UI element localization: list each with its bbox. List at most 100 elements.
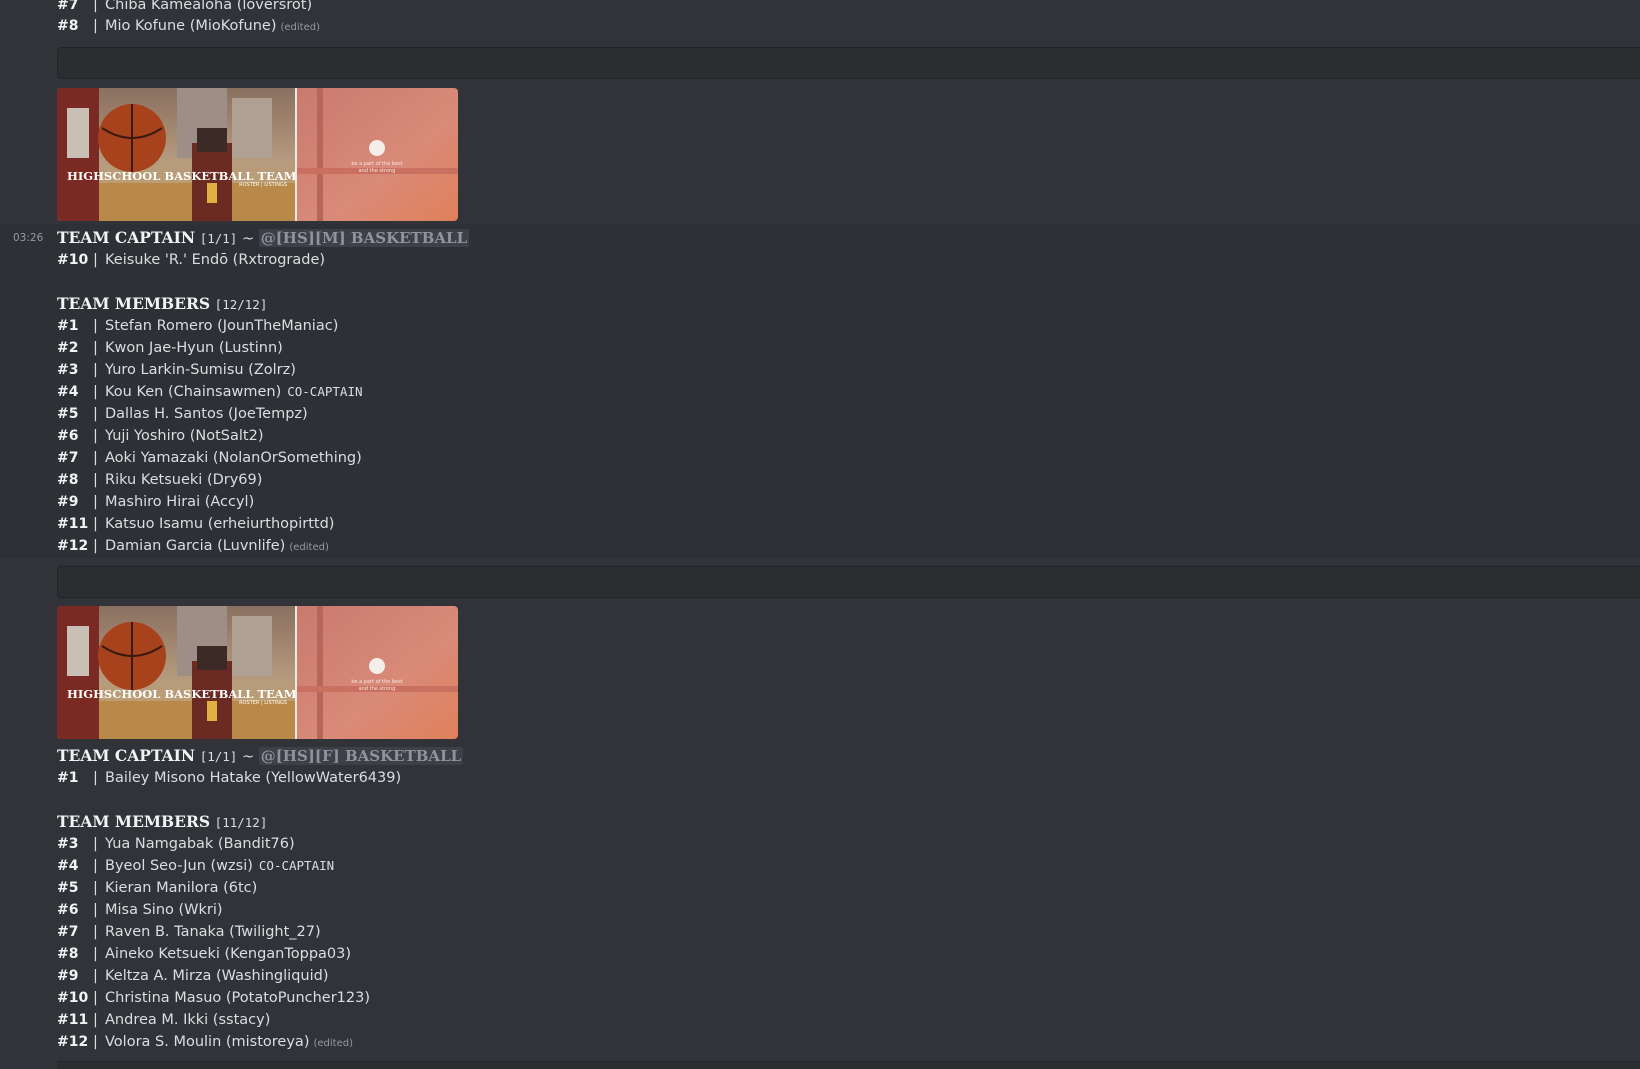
member-number: #9 [57,494,79,510]
member-number: #8 [57,18,79,34]
section-heading: TEAM CAPTAIN [57,746,196,765]
members-heading-line: TEAM MEMBERS [12/12] [57,293,267,315]
captain-heading-line: TEAM CAPTAIN [1/1] ~ @[HS][M] BASKETBALL [57,227,470,249]
member-name: Keltza A. Mirza (Washingliquid) [105,968,329,984]
list-item: #12 | Volora S. Moulin (mistoreya) (edited) [57,1031,353,1053]
list-item: #1 | Bailey Misono Hatake (YellowWater6439… [57,767,401,789]
members-count: [11/12] [214,815,268,830]
banner-graphic: be a part of the best and the strong HIG… [57,606,458,739]
member-number: #10 [57,252,89,268]
tilde: ~ [241,749,255,765]
member-name: Katsuo Isamu (erheiurthopirttd) [105,516,335,532]
member-name: Riku Ketsueki (Dry69) [105,472,263,488]
member-name: Kwon Jae-Hyun (Lustinn) [105,340,283,356]
member-number: #7 [57,924,79,940]
member-name: Chiba Kamealoha (loversrot) [105,0,313,13]
member-number: #11 [57,516,89,532]
tilde: ~ [241,231,255,247]
list-item: #1 | Stefan Romero (JounTheManiac) [57,315,338,337]
member-name: Stefan Romero (JounTheManiac) [105,318,339,334]
member-name: Mio Kofune (MioKofune) [105,18,277,34]
banner-title: HIGHSCHOOL BASKETBALL TEAM [67,169,297,183]
edited-label: (edited) [289,542,329,553]
member-number: #2 [57,340,79,356]
member-name: Aoki Yamazaki (NolanOrSomething) [105,450,362,466]
role-mention[interactable]: @[HS][M] BASKETBALL [258,229,470,247]
banner-subtitle: ROSTER | LISTINGS [239,700,287,706]
member-number: #6 [57,902,79,918]
member-number: #3 [57,836,79,852]
list-item: #4 | Byeol Seo-Jun (wzsi) CO-CAPTAIN [57,855,334,877]
member-name: Bailey Misono Hatake (YellowWater6439) [105,770,402,786]
banner-tagline: be a part of the best [351,161,402,167]
roster-banner-image[interactable]: be a part of the best and the strong HIG… [57,606,458,739]
captain-count: [1/1] [199,231,238,246]
roster-banner-image[interactable]: be a part of the best and the strong HIG… [57,88,458,221]
members-count: [12/12] [214,297,268,312]
member-name: Kieran Manilora (6tc) [105,880,258,896]
co-captain-tag: CO-CAPTAIN [287,384,363,399]
member-number: #10 [57,990,89,1006]
banner-tagline: and the strong [359,686,396,692]
member-name: Aineko Ketsueki (KenganToppa03) [105,946,352,962]
member-name: Dallas H. Santos (JoeTempz) [105,406,308,422]
member-name: Yuro Larkin-Sumisu (Zolrz) [105,362,296,378]
list-item: #9 | Keltza A. Mirza (Washingliquid) [57,965,328,987]
member-number: #9 [57,968,79,984]
role-mention[interactable]: @[HS][F] BASKETBALL [258,747,464,765]
member-number: #8 [57,946,79,962]
list-item: #5 | Dallas H. Santos (JoeTempz) [57,403,308,425]
list-item: #10 | Keisuke 'R.' Endō (Rxtrograde) [57,249,325,271]
member-number: #12 [57,538,89,554]
list-item: #6 | Yuji Yoshiro (NotSalt2) [57,425,264,447]
list-item: #3 | Yuro Larkin-Sumisu (Zolrz) [57,359,296,381]
list-item: #9 | Mashiro Hirai (Accyl) [57,491,254,513]
member-name: Yuji Yoshiro (NotSalt2) [105,428,264,444]
section-heading: TEAM MEMBERS [57,294,211,313]
member-number: #5 [57,880,79,896]
member-name: Mashiro Hirai (Accyl) [105,494,255,510]
list-item: #7 | Chiba Kamealoha (loversrot) [57,0,312,16]
list-item: #10 | Christina Masuo (PotatoPuncher123) [57,987,370,1009]
banner-tagline: and the strong [359,168,396,174]
list-item: #4 | Kou Ken (Chainsawmen) CO-CAPTAIN [57,381,363,403]
list-item: #8 | Aineko Ketsueki (KenganToppa03) [57,943,351,965]
spacer-embed [57,47,1640,79]
edited-label: (edited) [280,22,320,33]
member-number: #4 [57,858,79,874]
list-item: #7 | Aoki Yamazaki (NolanOrSomething) [57,447,362,469]
co-captain-tag: CO-CAPTAIN [258,858,335,873]
member-name: Keisuke 'R.' Endō (Rxtrograde) [105,252,326,268]
members-heading-line: TEAM MEMBERS [11/12] [57,811,267,833]
member-number: #11 [57,1012,89,1028]
member-number: #7 [57,450,79,466]
section-heading: TEAM MEMBERS [57,812,211,831]
banner-graphic: be a part of the best and the strong HIG… [57,88,458,221]
list-item: #7 | Raven B. Tanaka (Twilight_27) [57,921,321,943]
section-heading: TEAM CAPTAIN [57,228,196,247]
list-item: #8 | Riku Ketsueki (Dry69) [57,469,262,491]
member-number: #1 [57,318,79,334]
member-name: Damian Garcia (Luvnlife) [105,538,286,554]
member-number: #5 [57,406,79,422]
list-item: #8 | Mio Kofune (MioKofune) (edited) [57,15,320,37]
list-item: #11 | Andrea M. Ikki (sstacy) [57,1009,270,1031]
banner-tagline: be a part of the best [351,679,402,685]
banner-subtitle: ROSTER | LISTINGS [239,182,287,188]
banner-title: HIGHSCHOOL BASKETBALL TEAM [67,687,297,701]
message-timestamp[interactable]: 03:26 [13,227,43,249]
captain-heading-line: TEAM CAPTAIN [1/1] ~ @[HS][F] BASKETBALL [57,745,464,767]
captain-count: [1/1] [199,749,238,764]
edited-label: (edited) [313,1038,353,1049]
member-number: #1 [57,770,79,786]
list-item: #6 | Misa Sino (Wkri) [57,899,223,921]
member-name: Byeol Seo-Jun (wzsi) [105,858,253,874]
member-name: Yua Namgabak (Bandit76) [105,836,295,852]
list-item: #3 | Yua Namgabak (Bandit76) [57,833,295,855]
list-item: #11 | Katsuo Isamu (erheiurthopirttd) [57,513,334,535]
member-name: Andrea M. Ikki (sstacy) [105,1012,271,1028]
member-number: #4 [57,384,79,400]
member-number: #3 [57,362,79,378]
list-item: #12 | Damian Garcia (Luvnlife) (edited) [57,535,329,557]
member-name: Kou Ken (Chainsawmen) [105,384,282,400]
